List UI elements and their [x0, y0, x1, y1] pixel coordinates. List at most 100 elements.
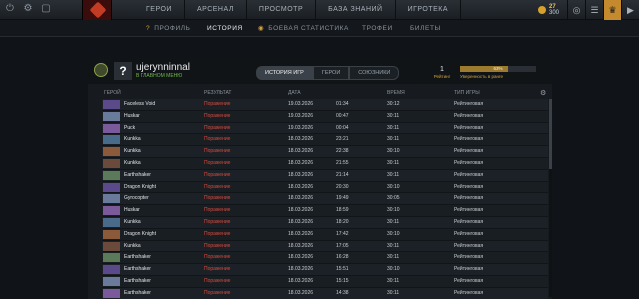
header-duration[interactable]: ВРЕМЯ [387, 90, 405, 96]
table-row[interactable]: Earthshaker Поражение 18.03.2026 14:38 30:11… [102, 287, 548, 299]
match-time: 19:49 [336, 195, 349, 202]
tab-match-history[interactable]: ИСТОРИЯ ИГР [256, 66, 313, 80]
match-duration: 30:11 [387, 242, 400, 249]
match-result: Поражение [204, 230, 231, 237]
friends-icon[interactable]: ◎ [567, 0, 585, 20]
hero-name: Earthshaker [124, 289, 151, 296]
hero-name: Dragon Knight [124, 183, 156, 190]
hero-portrait [103, 206, 120, 216]
tab-heroes[interactable]: ГЕРОИ [312, 66, 350, 80]
nav-watch[interactable]: ПРОСМОТР [247, 0, 317, 20]
match-type: Рейтинговая [454, 266, 484, 273]
scrollbar[interactable] [549, 99, 552, 297]
hero-name: Earthshaker [124, 266, 151, 273]
match-time: 16:28 [336, 254, 349, 261]
hero-portrait [103, 123, 120, 133]
tab-battle-stats[interactable]: ◉ БОЕВАЯ СТАТИСТИКА [258, 20, 349, 37]
match-duration: 30:10 [387, 207, 400, 214]
header-game-type[interactable]: ТИП ИГРЫ [454, 90, 480, 96]
table-row[interactable]: Faceless Void Поражение 19.03.2026 01:34 30:… [102, 99, 548, 111]
table-row[interactable]: Dragon Knight Поражение 18.03.2026 17:42 30:… [102, 228, 548, 241]
match-duration: 30:11 [387, 289, 400, 296]
hero-name: Gyrocopter [124, 195, 149, 202]
hero-portrait [103, 241, 120, 251]
table-row[interactable]: Earthshaker Поражение 18.03.2026 16:28 30:11… [102, 252, 548, 265]
confidence-value: 63% [493, 66, 503, 71]
gear-icon[interactable]: ⚙ [540, 89, 546, 97]
match-date: 18.03.2026 [288, 195, 314, 202]
hero-portrait [103, 135, 120, 145]
hero-portrait [103, 158, 120, 168]
match-type: Рейтинговая [454, 254, 484, 261]
rating-label: Рейтинг [433, 74, 451, 79]
hero-portrait [103, 100, 120, 109]
match-type: Рейтинговая [454, 289, 484, 296]
currency-display[interactable]: 27 300 [537, 4, 559, 16]
match-result: Поражение [204, 242, 231, 249]
table-row[interactable]: Gyrocopter Поражение 18.03.2026 19:49 30:05 Р… [102, 193, 548, 206]
match-result: Поражение [204, 207, 231, 214]
table-row[interactable]: Earthshaker Поражение 18.03.2026 15:15 30:11… [102, 275, 548, 288]
tab-allies[interactable]: СОЮЗНИКИ [349, 66, 400, 80]
tab-history[interactable]: ИСТОРИЯ [207, 20, 243, 37]
match-duration: 30:11 [387, 159, 400, 166]
match-result: Поражение [204, 136, 231, 143]
match-date: 18.03.2026 [288, 183, 314, 190]
match-time: 22:38 [336, 148, 349, 155]
dota-logo-button[interactable] [82, 0, 112, 20]
hero-name: Kunkka [124, 136, 141, 143]
match-date: 18.03.2026 [288, 254, 314, 261]
table-row[interactable]: Huskar Поражение 19.03.2026 00:47 30:11 Рейти… [102, 110, 548, 123]
hero-name: Earthshaker [124, 254, 151, 261]
match-time: 17:05 [336, 242, 349, 249]
scroll-thumb[interactable] [549, 99, 552, 169]
table-row[interactable]: Kunkka Поражение 18.03.2026 17:05 30:11 Рейти… [102, 240, 548, 253]
table-row[interactable]: Dragon Knight Поражение 18.03.2026 20:30 30:… [102, 181, 548, 194]
profile-active-icon[interactable]: ♛ [603, 0, 621, 20]
settings-icon[interactable]: ⚙ [22, 3, 34, 15]
top-bar: ⏻ ⚙ ▢ ГЕРОИ АРСЕНАЛ ПРОСМОТР БАЗА ЗНАНИЙ… [0, 0, 639, 20]
profile-header: ? ujerynninnal В ГЛАВНОМ МЕНЮ ИСТОРИЯ ИГ… [88, 58, 552, 84]
chat-icon[interactable]: ☰ [585, 0, 603, 20]
avatar[interactable]: ? [114, 62, 132, 80]
match-time: 21:55 [336, 159, 349, 166]
tab-profile-label: ПРОФИЛЬ [154, 25, 191, 32]
nav-arcade[interactable]: ИГРОТЕКА [396, 0, 462, 20]
hero-name: Faceless Void [124, 101, 156, 107]
header-result[interactable]: РЕЗУЛЬТАТ [204, 90, 231, 96]
exit-icon[interactable]: ⏻ [4, 3, 16, 15]
header-hero[interactable]: ГЕРОЙ [104, 90, 121, 96]
play-icon[interactable]: ▶ [621, 0, 639, 20]
tab-trophies[interactable]: ТРОФЕИ [362, 20, 393, 37]
match-type: Рейтинговая [454, 207, 484, 214]
profile-icon[interactable]: ▢ [40, 3, 52, 15]
table-row[interactable]: Huskar Поражение 18.03.2026 18:59 30:10 Рейти… [102, 205, 548, 217]
nav-knowledge-base[interactable]: БАЗА ЗНАНИЙ [316, 0, 396, 20]
main-nav: ГЕРОИ АРСЕНАЛ ПРОСМОТР БАЗА ЗНАНИЙ ИГРОТ… [134, 0, 462, 20]
tab-profile[interactable]: ? ПРОФИЛЬ [146, 20, 190, 37]
hero-portrait [103, 276, 120, 286]
match-duration: 30:11 [387, 277, 400, 284]
table-row[interactable]: Kunkka Поражение 18.03.2026 23:21 30:11 Рейти… [102, 134, 548, 147]
hero-portrait [103, 288, 120, 298]
table-header: ГЕРОЙ РЕЗУЛЬТАТ ДАТА ВРЕМЯ ТИП ИГРЫ ⚙ [88, 88, 552, 98]
match-date: 18.03.2026 [288, 159, 314, 166]
match-duration: 30:11 [387, 171, 400, 178]
hero-name: Kunkka [124, 242, 141, 249]
match-duration: 30:05 [387, 195, 400, 202]
match-result: Поражение [204, 159, 231, 166]
header-date[interactable]: ДАТА [288, 90, 301, 96]
rank-badge-icon [94, 63, 108, 77]
nav-arsenal[interactable]: АРСЕНАЛ [185, 0, 247, 20]
match-duration: 30:10 [387, 266, 400, 273]
table-row[interactable]: Earthshaker Поражение 18.03.2026 15:51 30:10… [102, 264, 548, 276]
tab-tickets[interactable]: БИЛЕТЫ [410, 20, 441, 37]
table-row[interactable]: Kunkka Поражение 18.03.2026 21:55 30:11 Рейти… [102, 157, 548, 170]
table-row[interactable]: Kunkka Поражение 18.03.2026 22:38 30:10 Рейти… [102, 146, 548, 158]
nav-heroes[interactable]: ГЕРОИ [134, 0, 185, 20]
table-row[interactable]: Earthshaker Поражение 18.03.2026 21:14 30:11… [102, 169, 548, 182]
hero-name: Huskar [124, 112, 140, 119]
hero-portrait [103, 147, 120, 157]
table-row[interactable]: Kunkka Поражение 18.03.2026 18:20 30:11 Рейти… [102, 216, 548, 229]
table-row[interactable]: Puck Поражение 19.03.2026 00:04 30:11 Рейтинг… [102, 122, 548, 135]
